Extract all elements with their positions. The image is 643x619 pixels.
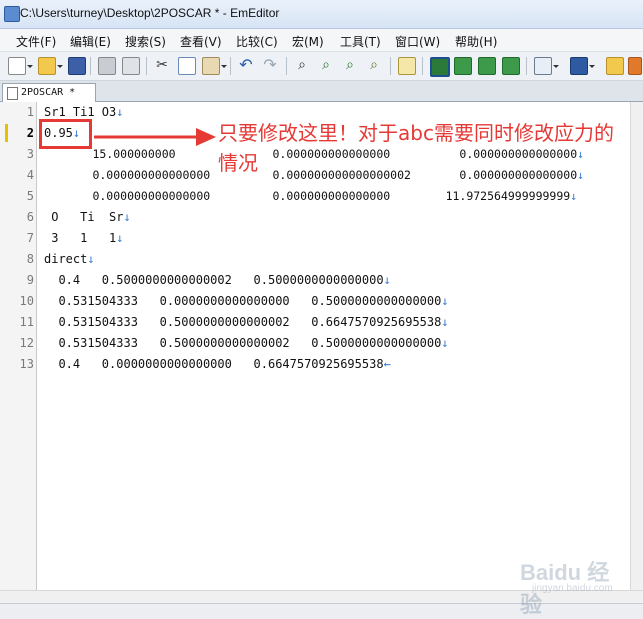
line-number-gutter: 1 2 3 4 5 6 7 8 9 10 11 12 13 bbox=[0, 102, 37, 590]
open-folder-icon[interactable] bbox=[38, 57, 63, 75]
newline-marker: ↓ bbox=[87, 252, 95, 266]
watermark: Baidu 经验 jingyan.baidu.com bbox=[520, 545, 630, 617]
properties-icon[interactable] bbox=[606, 57, 624, 75]
redo-icon[interactable]: ↷ bbox=[262, 57, 278, 73]
newline-marker: ↓ bbox=[441, 315, 449, 329]
code-line[interactable]: 3 1 1↓ bbox=[44, 231, 123, 245]
window-title: C:\Users\turney\Desktop\2POSCAR * - EmEd… bbox=[20, 6, 280, 20]
line-number: 7 bbox=[26, 231, 34, 245]
toolbar: ✂ ↶ ↷ ⌕ ⌕ ⌕ ⌕ bbox=[0, 52, 643, 81]
print-preview-icon[interactable] bbox=[122, 57, 140, 75]
tab-bar: 2POSCAR * bbox=[0, 81, 643, 102]
code-line[interactable]: 0.000000000000000 0.000000000000000 11.9… bbox=[44, 189, 577, 203]
find-icon[interactable]: ⌕ bbox=[294, 57, 310, 73]
more-icon[interactable] bbox=[628, 57, 642, 75]
wrap-ruler-icon[interactable] bbox=[502, 57, 520, 75]
paste-icon[interactable] bbox=[202, 57, 227, 75]
find-prev-icon[interactable]: ⌕ bbox=[342, 57, 358, 73]
newline-marker: ↓ bbox=[116, 105, 124, 119]
tab-label: 2POSCAR * bbox=[21, 87, 76, 98]
watermark-url: jingyan.baidu.com bbox=[532, 583, 613, 594]
newline-marker: ↓ bbox=[123, 210, 131, 224]
line-number: 8 bbox=[26, 252, 34, 266]
menu-bar: 文件(F) 编辑(E) 搜索(S) 查看(V) 比较(C) 宏(M) 工具(T)… bbox=[0, 29, 643, 52]
encoding-icon[interactable] bbox=[570, 57, 595, 75]
annotation-text: 只要修改这里！对于abc需要同时修改应力的情况 bbox=[218, 121, 614, 175]
menu-view[interactable]: 查看(V) bbox=[180, 33, 222, 50]
highlight-box bbox=[39, 119, 92, 149]
undo-icon[interactable]: ↶ bbox=[238, 57, 254, 73]
code-line[interactable]: 0.531504333 0.5000000000000002 0.6647570… bbox=[44, 315, 449, 329]
line-number: 5 bbox=[26, 189, 34, 203]
line-number: 6 bbox=[26, 210, 34, 224]
line-number: 10 bbox=[19, 294, 34, 308]
newline-marker: ↓ bbox=[441, 294, 449, 308]
app-icon bbox=[4, 6, 20, 22]
document-icon bbox=[7, 87, 18, 100]
menu-edit[interactable]: 编辑(E) bbox=[70, 33, 111, 50]
code-line[interactable]: 0.4 0.5000000000000002 0.500000000000000… bbox=[44, 273, 391, 287]
code-line[interactable]: direct↓ bbox=[44, 252, 95, 266]
print-icon[interactable] bbox=[98, 57, 116, 75]
cut-icon[interactable]: ✂ bbox=[154, 57, 170, 73]
line-number-current: 2 bbox=[26, 126, 34, 140]
tab-2poscar[interactable]: 2POSCAR * bbox=[2, 83, 96, 102]
word-wrap-icon[interactable] bbox=[430, 57, 450, 77]
line-number: 12 bbox=[19, 336, 34, 350]
replace-icon[interactable]: ⌕ bbox=[366, 57, 382, 73]
menu-macro[interactable]: 宏(M) bbox=[292, 33, 324, 50]
code-line[interactable]: O Ti Sr↓ bbox=[44, 210, 131, 224]
newline-marker: ↓ bbox=[441, 336, 449, 350]
line-number: 4 bbox=[26, 168, 34, 182]
newline-marker: ↓ bbox=[116, 231, 124, 245]
annotation-arrow bbox=[94, 128, 216, 146]
code-line[interactable]: 0.531504333 0.0000000000000000 0.5000000… bbox=[44, 294, 449, 308]
menu-tools[interactable]: 工具(T) bbox=[340, 33, 381, 50]
menu-compare[interactable]: 比较(C) bbox=[236, 33, 278, 50]
vertical-scrollbar[interactable] bbox=[630, 102, 643, 590]
eof-marker: ← bbox=[383, 357, 391, 371]
menu-help[interactable]: 帮助(H) bbox=[455, 33, 497, 50]
line-number: 3 bbox=[26, 147, 34, 161]
find-next-icon[interactable]: ⌕ bbox=[318, 57, 334, 73]
save-icon[interactable] bbox=[68, 57, 86, 75]
title-bar: C:\Users\turney\Desktop\2POSCAR * - EmEd… bbox=[0, 0, 643, 29]
menu-search[interactable]: 搜索(S) bbox=[125, 33, 166, 50]
code-line[interactable]: 0.531504333 0.5000000000000002 0.5000000… bbox=[44, 336, 449, 350]
copy-icon[interactable] bbox=[178, 57, 196, 75]
wrap-window-icon[interactable] bbox=[454, 57, 472, 75]
menu-window[interactable]: 窗口(W) bbox=[395, 33, 440, 50]
line-number: 11 bbox=[19, 315, 34, 329]
line-number: 13 bbox=[19, 357, 34, 371]
code-line[interactable]: 0.4 0.0000000000000000 0.664757092569553… bbox=[44, 357, 391, 371]
find-in-files-icon[interactable] bbox=[398, 57, 416, 75]
wrap-page-icon[interactable] bbox=[478, 57, 496, 75]
menu-file[interactable]: 文件(F) bbox=[16, 33, 56, 50]
code-line[interactable]: Sr1 Ti1 O3↓ bbox=[44, 105, 123, 119]
config-icon[interactable] bbox=[534, 57, 559, 75]
line-number: 9 bbox=[26, 273, 34, 287]
newline-marker: ↓ bbox=[570, 189, 578, 203]
line-number: 1 bbox=[26, 105, 34, 119]
newline-marker: ↓ bbox=[383, 273, 391, 287]
new-file-icon[interactable] bbox=[8, 57, 33, 75]
